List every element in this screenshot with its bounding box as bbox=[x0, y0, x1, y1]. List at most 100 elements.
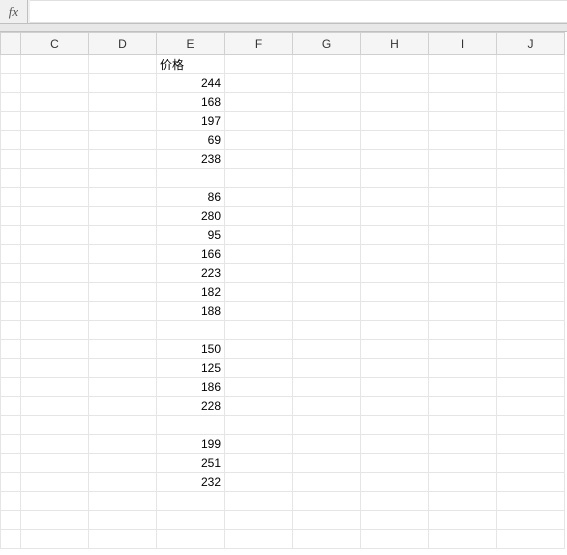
cell[interactable]: 197 bbox=[157, 112, 225, 131]
cell[interactable] bbox=[21, 283, 89, 302]
col-header-g[interactable]: G bbox=[293, 33, 361, 55]
cell[interactable] bbox=[497, 74, 565, 93]
cell-stub[interactable] bbox=[1, 245, 21, 264]
cell[interactable] bbox=[89, 454, 157, 473]
cell[interactable] bbox=[361, 283, 429, 302]
cell[interactable] bbox=[429, 93, 497, 112]
cell[interactable] bbox=[429, 321, 497, 340]
cell[interactable] bbox=[361, 454, 429, 473]
cell[interactable] bbox=[21, 340, 89, 359]
cell[interactable] bbox=[21, 226, 89, 245]
cell[interactable] bbox=[293, 55, 361, 74]
cell[interactable] bbox=[21, 55, 89, 74]
cell[interactable] bbox=[497, 150, 565, 169]
cell[interactable] bbox=[21, 511, 89, 530]
cell[interactable] bbox=[157, 321, 225, 340]
cell[interactable] bbox=[429, 378, 497, 397]
cell[interactable] bbox=[89, 435, 157, 454]
cell[interactable] bbox=[361, 55, 429, 74]
cell[interactable]: 188 bbox=[157, 302, 225, 321]
cell[interactable] bbox=[497, 454, 565, 473]
cell[interactable] bbox=[225, 492, 293, 511]
cell[interactable]: 280 bbox=[157, 207, 225, 226]
cell[interactable] bbox=[497, 131, 565, 150]
cell[interactable] bbox=[225, 112, 293, 131]
cell[interactable] bbox=[361, 169, 429, 188]
cell[interactable] bbox=[21, 530, 89, 549]
col-header-f[interactable]: F bbox=[225, 33, 293, 55]
cell[interactable]: 232 bbox=[157, 473, 225, 492]
cell[interactable] bbox=[293, 397, 361, 416]
spreadsheet-grid[interactable]: CDEFGHIJ 价格24416819769238862809516622318… bbox=[0, 32, 567, 549]
cell[interactable] bbox=[225, 435, 293, 454]
cell[interactable] bbox=[21, 112, 89, 131]
cell[interactable] bbox=[429, 55, 497, 74]
cell-stub[interactable] bbox=[1, 473, 21, 492]
cell-stub[interactable] bbox=[1, 454, 21, 473]
cell[interactable] bbox=[89, 131, 157, 150]
cell-stub[interactable] bbox=[1, 378, 21, 397]
cell[interactable] bbox=[157, 530, 225, 549]
cell[interactable] bbox=[429, 245, 497, 264]
cell[interactable] bbox=[89, 188, 157, 207]
cell[interactable] bbox=[293, 131, 361, 150]
cell[interactable] bbox=[497, 112, 565, 131]
cell[interactable] bbox=[293, 359, 361, 378]
cell[interactable]: 186 bbox=[157, 378, 225, 397]
cell[interactable] bbox=[429, 226, 497, 245]
cell[interactable] bbox=[429, 150, 497, 169]
cell[interactable] bbox=[225, 416, 293, 435]
cell[interactable] bbox=[225, 340, 293, 359]
cell[interactable] bbox=[429, 473, 497, 492]
cell[interactable] bbox=[429, 169, 497, 188]
cell-stub[interactable] bbox=[1, 359, 21, 378]
cell-stub[interactable] bbox=[1, 435, 21, 454]
cell[interactable] bbox=[21, 435, 89, 454]
cell-stub[interactable] bbox=[1, 112, 21, 131]
col-header-d[interactable]: D bbox=[89, 33, 157, 55]
cell[interactable] bbox=[293, 169, 361, 188]
cell[interactable] bbox=[429, 435, 497, 454]
cell[interactable]: 86 bbox=[157, 188, 225, 207]
cell[interactable] bbox=[361, 416, 429, 435]
cell-stub[interactable] bbox=[1, 131, 21, 150]
cell[interactable] bbox=[361, 188, 429, 207]
cell[interactable] bbox=[293, 321, 361, 340]
cell[interactable]: 228 bbox=[157, 397, 225, 416]
cell[interactable] bbox=[293, 283, 361, 302]
cell[interactable] bbox=[21, 397, 89, 416]
cell[interactable] bbox=[293, 416, 361, 435]
cell[interactable] bbox=[361, 397, 429, 416]
cell[interactable] bbox=[293, 454, 361, 473]
cell[interactable]: 125 bbox=[157, 359, 225, 378]
cell[interactable] bbox=[225, 207, 293, 226]
cell-stub[interactable] bbox=[1, 321, 21, 340]
col-header-j[interactable]: J bbox=[497, 33, 565, 55]
cell[interactable] bbox=[21, 416, 89, 435]
cell[interactable] bbox=[429, 340, 497, 359]
cell[interactable] bbox=[225, 264, 293, 283]
cell[interactable] bbox=[89, 359, 157, 378]
cell-stub[interactable] bbox=[1, 397, 21, 416]
cell[interactable] bbox=[89, 340, 157, 359]
cell[interactable] bbox=[429, 283, 497, 302]
cell[interactable] bbox=[89, 55, 157, 74]
cell[interactable] bbox=[89, 226, 157, 245]
cell[interactable] bbox=[497, 530, 565, 549]
cell[interactable] bbox=[361, 207, 429, 226]
cell[interactable]: 251 bbox=[157, 454, 225, 473]
cell[interactable] bbox=[293, 530, 361, 549]
cell[interactable] bbox=[21, 302, 89, 321]
cell[interactable] bbox=[497, 321, 565, 340]
cell[interactable] bbox=[293, 435, 361, 454]
cell[interactable] bbox=[293, 302, 361, 321]
cell[interactable]: 244 bbox=[157, 74, 225, 93]
cell[interactable] bbox=[89, 93, 157, 112]
cell[interactable] bbox=[497, 226, 565, 245]
cell[interactable] bbox=[21, 131, 89, 150]
cell-stub[interactable] bbox=[1, 264, 21, 283]
cell[interactable] bbox=[225, 55, 293, 74]
cell[interactable] bbox=[429, 454, 497, 473]
cell[interactable]: 166 bbox=[157, 245, 225, 264]
cell[interactable] bbox=[157, 492, 225, 511]
